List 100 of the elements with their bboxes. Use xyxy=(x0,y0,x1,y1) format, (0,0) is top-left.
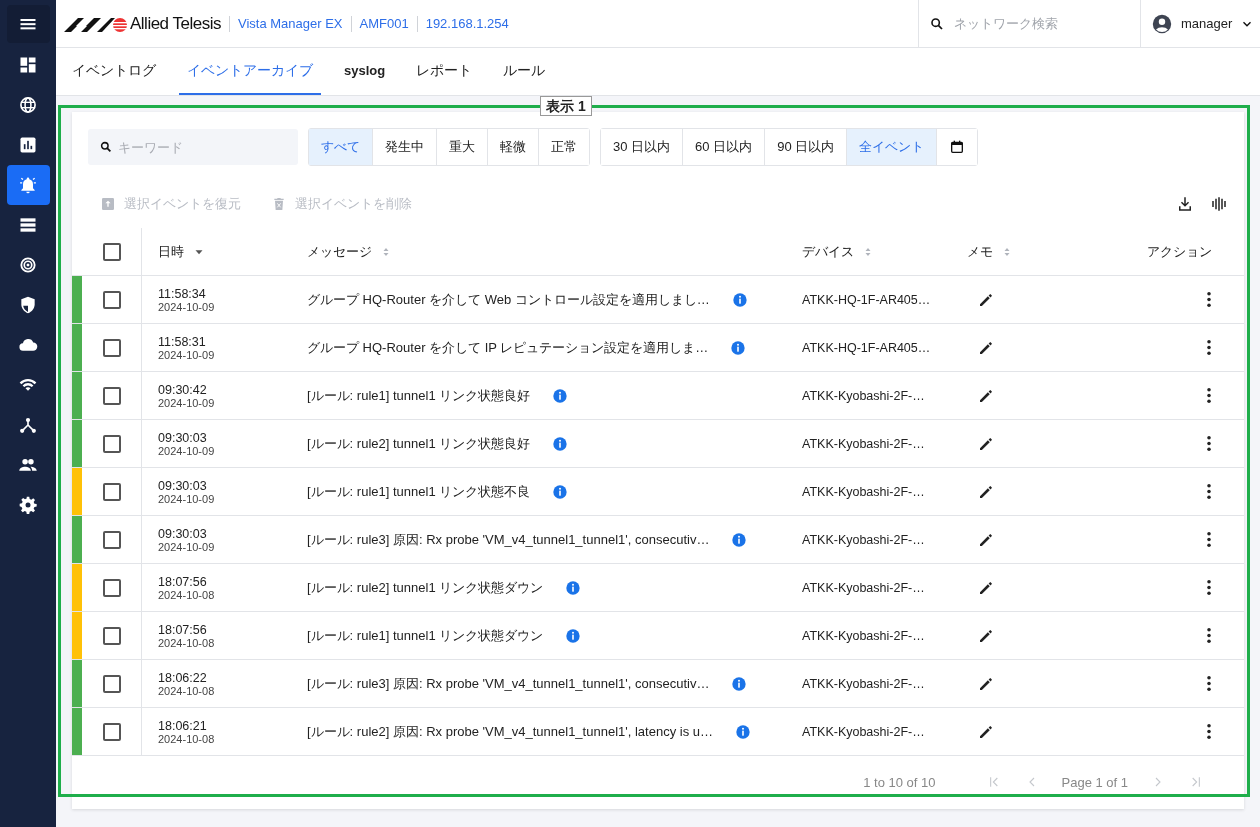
list-icon xyxy=(18,215,38,235)
checkbox[interactable] xyxy=(102,386,121,405)
info-icon xyxy=(552,483,569,500)
event-date: 2024-10-08 xyxy=(158,636,215,649)
sidebar-item[interactable] xyxy=(6,165,50,205)
column-header[interactable]: 日時 xyxy=(158,242,184,261)
event-time: 18:07:56 xyxy=(158,574,207,589)
info-icon xyxy=(552,435,569,452)
device-name: ATKK-Kyobashi-2F-… xyxy=(802,724,925,739)
info-icon xyxy=(735,723,751,740)
checkbox[interactable] xyxy=(102,530,121,549)
event-date: 2024-10-09 xyxy=(158,540,215,553)
event-message: [ルール: rule1] tunnel1 リンク状態良好 xyxy=(307,386,531,405)
filter-button[interactable]: すべて xyxy=(309,129,373,165)
event-message: [ルール: rule3] 原因: Rx probe 'VM_v4_tunnel1_tunnel1', consecutiv… xyxy=(307,674,710,693)
event-message: グループ HQ-Router を介して Web コントロール設定を適用しまし… xyxy=(307,290,710,309)
filter-button[interactable]: 全イベント xyxy=(847,129,938,165)
more-icon xyxy=(1207,628,1211,643)
info-button[interactable] xyxy=(565,627,582,644)
tab[interactable]: イベントログ xyxy=(64,48,164,95)
checkbox[interactable] xyxy=(102,578,121,597)
event-message: [ルール: rule2] tunnel1 リンク状態ダウン xyxy=(307,578,544,597)
event-time: 09:30:03 xyxy=(158,430,207,445)
more-icon xyxy=(1207,292,1211,307)
event-message: [ルール: rule1] tunnel1 リンク状態不良 xyxy=(307,482,531,501)
info-button[interactable] xyxy=(552,387,569,404)
info-button[interactable] xyxy=(730,339,747,356)
more-icon xyxy=(1207,724,1211,739)
info-icon xyxy=(552,387,569,404)
event-date: 2024-10-09 xyxy=(158,396,215,409)
event-message: [ルール: rule2] tunnel1 リンク状態良好 xyxy=(307,434,531,453)
more-icon xyxy=(1207,436,1211,451)
device-name: ATKK-HQ-1F-AR405… xyxy=(802,340,931,355)
archive-icon xyxy=(100,196,116,212)
breadcrumb-link[interactable]: AMF001 xyxy=(359,16,409,31)
event-time: 09:30:42 xyxy=(158,382,207,397)
event-time: 11:58:34 xyxy=(158,286,206,301)
event-message: グループ HQ-Router を介して IP レピュテーション設定を適用しま… xyxy=(307,338,709,357)
info-icon xyxy=(731,675,748,692)
event-date: 2024-10-09 xyxy=(158,348,215,361)
device-name: ATKK-Kyobashi-2F-… xyxy=(802,676,925,691)
filter-button[interactable]: 30 日以内 xyxy=(601,129,684,165)
event-time: 09:30:03 xyxy=(158,478,207,493)
tab[interactable]: ルール xyxy=(495,48,554,95)
device-name: ATKK-Kyobashi-2F-… xyxy=(802,532,925,547)
device-name: ATKK-Kyobashi-2F-… xyxy=(802,484,925,499)
info-button[interactable] xyxy=(552,483,569,500)
info-icon xyxy=(565,627,582,644)
event-date: 2024-10-08 xyxy=(158,588,215,601)
column-header[interactable]: メッセージ xyxy=(307,242,372,261)
breadcrumb-link[interactable]: 192.168.1.254 xyxy=(425,16,509,31)
checkbox[interactable] xyxy=(102,434,121,453)
info-button[interactable] xyxy=(552,435,569,452)
event-message: [ルール: rule3] 原因: Rx probe 'VM_v4_tunnel1_tunnel1', consecutiv… xyxy=(307,530,710,549)
checkbox[interactable] xyxy=(102,674,121,693)
user-menu[interactable]: manager xyxy=(1140,0,1260,47)
checkbox[interactable] xyxy=(102,482,121,501)
checkbox[interactable] xyxy=(102,338,121,357)
checkbox[interactable] xyxy=(102,242,121,261)
info-button[interactable] xyxy=(731,675,748,692)
logo-text: Allied Telesis xyxy=(130,13,221,34)
more-icon xyxy=(1207,580,1211,595)
tab[interactable]: syslog xyxy=(336,48,394,95)
radar-icon xyxy=(18,255,38,275)
menu-button[interactable] xyxy=(6,5,50,43)
info-icon xyxy=(730,339,747,356)
column-header[interactable]: デバイス xyxy=(802,242,854,261)
info-button[interactable] xyxy=(731,291,748,308)
device-name: ATKK-Kyobashi-2F-… xyxy=(802,628,925,643)
device-name: ATKK-HQ-1F-AR405… xyxy=(802,292,931,307)
keyword-field[interactable]: キーワード xyxy=(88,129,298,165)
waveform-icon xyxy=(1210,195,1228,213)
device-name: ATKK-Kyobashi-2F-… xyxy=(802,388,925,403)
globe-icon xyxy=(18,95,38,115)
columns-button[interactable] xyxy=(1210,195,1228,213)
event-message: [ルール: rule2] 原因: Rx probe 'VM_v4_tunnel1_tunnel1', latency is u… xyxy=(307,722,713,741)
settings-icon xyxy=(18,495,38,515)
info-button[interactable] xyxy=(735,723,751,740)
event-date: 2024-10-08 xyxy=(158,684,215,697)
checkbox[interactable] xyxy=(102,722,121,741)
tab[interactable]: レポート xyxy=(408,48,481,95)
checkbox[interactable] xyxy=(102,626,121,645)
calendar-icon xyxy=(949,139,966,155)
more-icon xyxy=(1207,484,1211,499)
download-button[interactable] xyxy=(1176,195,1194,213)
info-button[interactable] xyxy=(731,531,748,548)
breadcrumb-link[interactable]: Vista Manager EX xyxy=(237,16,343,31)
event-date: 2024-10-09 xyxy=(158,444,215,457)
event-date: 2024-10-09 xyxy=(158,300,215,313)
download-icon xyxy=(1176,195,1194,213)
checkbox[interactable] xyxy=(102,290,121,309)
info-button[interactable] xyxy=(565,579,582,596)
network-icon xyxy=(18,415,38,435)
info-icon xyxy=(731,291,748,308)
column-header[interactable]: アクション xyxy=(1147,242,1212,261)
dashboard-icon xyxy=(18,55,38,75)
event-time: 11:58:31 xyxy=(158,334,206,349)
column-header[interactable]: メモ xyxy=(967,242,993,261)
shield-icon xyxy=(18,295,38,315)
device-name: ATKK-Kyobashi-2F-… xyxy=(802,436,925,451)
